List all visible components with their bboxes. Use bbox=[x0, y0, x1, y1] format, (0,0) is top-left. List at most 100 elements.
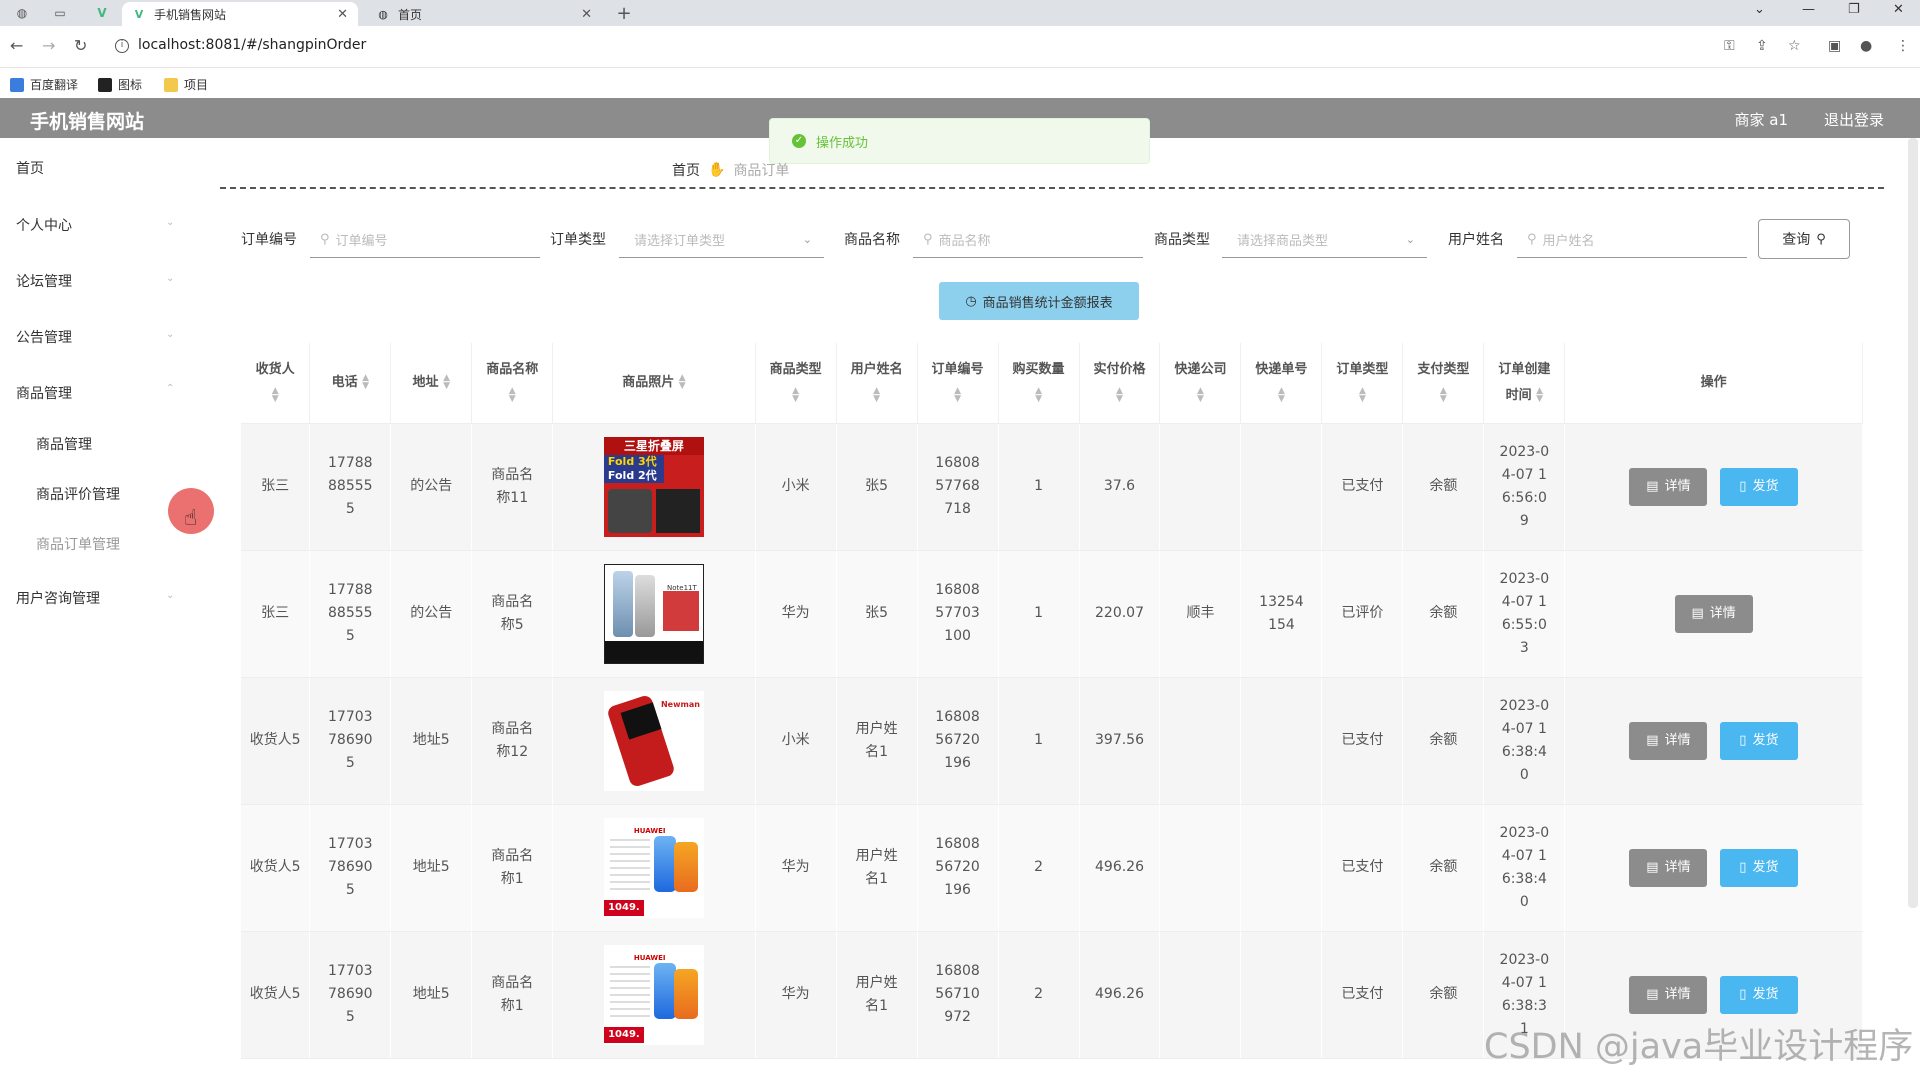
col-type[interactable]: 商品类型 ▲ ▼ bbox=[755, 343, 837, 424]
cell-pay-type: 余额 bbox=[1402, 931, 1485, 1059]
sidebar-item-home[interactable]: 首页 bbox=[16, 158, 44, 178]
new-tab-icon[interactable]: + bbox=[614, 3, 634, 24]
product-photo[interactable]: Newman bbox=[603, 690, 704, 791]
cell-order-no: 1680856720196 bbox=[917, 677, 999, 805]
sort-icon[interactable]: ▲ ▼ bbox=[954, 387, 961, 404]
url-field[interactable]: localhost:8081/#/shangpinOrder bbox=[138, 37, 366, 53]
ship-button[interactable]: ▯ 发货 bbox=[1719, 467, 1798, 506]
col-qty[interactable]: 购买数量 ▲ ▼ bbox=[998, 343, 1080, 424]
sidebar-sub-orders[interactable]: 商品订单管理 bbox=[36, 534, 120, 554]
ship-button[interactable]: ▯ 发货 bbox=[1719, 848, 1798, 887]
globe-icon[interactable]: ◍ bbox=[12, 4, 32, 22]
forward-icon[interactable]: → bbox=[42, 36, 55, 55]
sidebar-sub-products[interactable]: 商品管理 bbox=[36, 434, 92, 454]
cell-courier bbox=[1159, 931, 1242, 1059]
sort-icon[interactable]: ▲ ▼ bbox=[1116, 387, 1123, 404]
sidebar-item-forum[interactable]: 论坛管理 bbox=[16, 271, 72, 291]
ship-button[interactable]: ▯ 发货 bbox=[1719, 721, 1798, 760]
bookmark-item[interactable]: 百度翻译 bbox=[10, 76, 78, 93]
minimize-icon[interactable]: — bbox=[1802, 2, 1815, 17]
detail-button[interactable]: ▤ 详情 bbox=[1629, 848, 1708, 887]
sidebar-item-profile[interactable]: 个人中心 bbox=[16, 215, 72, 235]
col-price[interactable]: 实付价格 ▲ ▼ bbox=[1079, 343, 1161, 424]
site-info-icon[interactable]: i bbox=[115, 39, 129, 53]
sort-icon[interactable]: ▲ ▼ bbox=[362, 374, 369, 391]
col-user[interactable]: 用户姓名 ▲ ▼ bbox=[836, 343, 918, 424]
ship-button[interactable]: ▯ 发货 bbox=[1719, 975, 1798, 1014]
sort-icon[interactable]: ▲ ▼ bbox=[792, 387, 799, 404]
share-icon[interactable]: ⇪ bbox=[1756, 38, 1768, 54]
sales-report-button[interactable]: ◷ 商品销售统计金额报表 bbox=[939, 282, 1139, 320]
col-address[interactable]: 地址 ▲ ▼ bbox=[390, 343, 473, 424]
col-order-no[interactable]: 订单编号 ▲ ▼ bbox=[917, 343, 999, 424]
cell-address: 地址5 bbox=[390, 677, 473, 805]
close-icon[interactable]: ✕ bbox=[337, 7, 348, 22]
sort-icon[interactable]: ▲ ▼ bbox=[679, 374, 686, 391]
reload-icon[interactable]: ↻ bbox=[74, 36, 87, 55]
sidebar-item-products[interactable]: 商品管理 bbox=[16, 383, 72, 403]
restore-icon[interactable]: ❐ bbox=[1848, 2, 1860, 17]
logout-link[interactable]: 退出登录 bbox=[1824, 109, 1884, 130]
sort-icon[interactable]: ▲ ▼ bbox=[1536, 387, 1543, 404]
window-close-icon[interactable]: ✕ bbox=[1893, 2, 1904, 17]
product-photo[interactable]: 三星折叠屏 Fold 3代 Fold 2代 bbox=[603, 436, 704, 537]
sidebar-sub-reviews[interactable]: 商品评价管理 bbox=[36, 484, 120, 504]
cell-pay-type: 余额 bbox=[1402, 550, 1485, 678]
cell-user: 用户姓名1 bbox=[836, 677, 918, 805]
product-type-select[interactable]: 请选择商品类型 ⌄ bbox=[1222, 222, 1427, 258]
col-courier[interactable]: 快递公司 ▲ ▼ bbox=[1159, 343, 1242, 424]
product-photo[interactable]: Note11T Pro bbox=[603, 563, 704, 664]
profile-icon[interactable]: ● bbox=[1860, 38, 1872, 54]
detail-button[interactable]: ▤ 详情 bbox=[1629, 975, 1708, 1014]
back-icon[interactable]: ← bbox=[10, 36, 23, 55]
sidebar-item-notice[interactable]: 公告管理 bbox=[16, 327, 72, 347]
vue-icon[interactable]: V bbox=[92, 4, 112, 22]
order-no-input[interactable]: ⚲ 订单编号 bbox=[310, 222, 540, 258]
query-button[interactable]: 查询 ⚲ bbox=[1758, 219, 1850, 259]
key-icon[interactable]: ⚿ bbox=[1724, 38, 1735, 54]
sort-icon[interactable]: ▲ ▼ bbox=[873, 387, 880, 404]
hand-icon: ✋ bbox=[708, 162, 726, 178]
col-order-type[interactable]: 订单类型 ▲ ▼ bbox=[1321, 343, 1404, 424]
col-phone[interactable]: 电话 ▲ ▼ bbox=[309, 343, 392, 424]
close-icon[interactable]: ✕ bbox=[581, 7, 592, 22]
sort-icon[interactable]: ▲ ▼ bbox=[272, 387, 279, 404]
order-type-select[interactable]: 请选择订单类型 ⌄ bbox=[619, 222, 824, 258]
menu-icon[interactable]: ⋮ bbox=[1896, 38, 1910, 54]
sort-icon[interactable]: ▲ ▼ bbox=[509, 387, 516, 404]
sort-icon[interactable]: ▲ ▼ bbox=[443, 374, 450, 391]
col-pay-type[interactable]: 支付类型 ▲ ▼ bbox=[1402, 343, 1485, 424]
blank-tab-icon[interactable]: ▭ bbox=[50, 4, 70, 22]
tab-inactive[interactable]: ◍ 首页 ✕ bbox=[366, 2, 602, 26]
cell-actions: ▤ 详情 ▯ 发货 bbox=[1564, 423, 1863, 551]
sort-icon[interactable]: ▲ ▼ bbox=[1359, 387, 1366, 404]
tab-search-icon[interactable]: ⌄ bbox=[1754, 2, 1765, 17]
col-photo[interactable]: 商品照片 ▲ ▼ bbox=[552, 343, 756, 424]
star-icon[interactable]: ☆ bbox=[1788, 38, 1801, 54]
bookmark-item[interactable]: 图标 bbox=[98, 76, 142, 93]
sort-icon[interactable]: ▲ ▼ bbox=[1440, 387, 1447, 404]
sort-icon[interactable]: ▲ ▼ bbox=[1197, 387, 1204, 404]
product-name-input[interactable]: ⚲ 商品名称 bbox=[913, 222, 1143, 258]
col-created[interactable]: 订单创建时间 ▲ ▼ bbox=[1483, 343, 1566, 424]
detail-label: 详情 bbox=[1664, 860, 1691, 875]
detail-button[interactable]: ▤ 详情 bbox=[1629, 467, 1708, 506]
cell-pay-type: 余额 bbox=[1402, 677, 1485, 805]
detail-button[interactable]: ▤ 详情 bbox=[1629, 721, 1708, 760]
col-receiver[interactable]: 收货人 ▲ ▼ bbox=[241, 343, 311, 424]
col-tracking[interactable]: 快递单号 ▲ ▼ bbox=[1240, 343, 1323, 424]
detail-button[interactable]: ▤ 详情 bbox=[1674, 594, 1753, 633]
product-photo[interactable]: HUAWEI 1049. bbox=[603, 944, 704, 1045]
sort-icon[interactable]: ▲ ▼ bbox=[1035, 387, 1042, 404]
sidebar-item-consult[interactable]: 用户咨询管理 bbox=[16, 588, 100, 608]
col-product[interactable]: 商品名称 ▲ ▼ bbox=[471, 343, 554, 424]
sort-icon[interactable]: ▲ ▼ bbox=[1278, 387, 1285, 404]
sidepanel-icon[interactable]: ▣ bbox=[1828, 38, 1841, 54]
product-photo[interactable]: HUAWEI 1049. bbox=[603, 817, 704, 918]
page-scrollbar[interactable] bbox=[1908, 138, 1918, 908]
user-name-input[interactable]: ⚲ 用户姓名 bbox=[1517, 222, 1747, 258]
ship-label: 发货 bbox=[1752, 479, 1779, 494]
tab-active[interactable]: V 手机销售网站 ✕ bbox=[122, 2, 358, 26]
bookmark-item[interactable]: 项目 bbox=[164, 76, 208, 93]
breadcrumb-home[interactable]: 首页 bbox=[672, 160, 700, 180]
